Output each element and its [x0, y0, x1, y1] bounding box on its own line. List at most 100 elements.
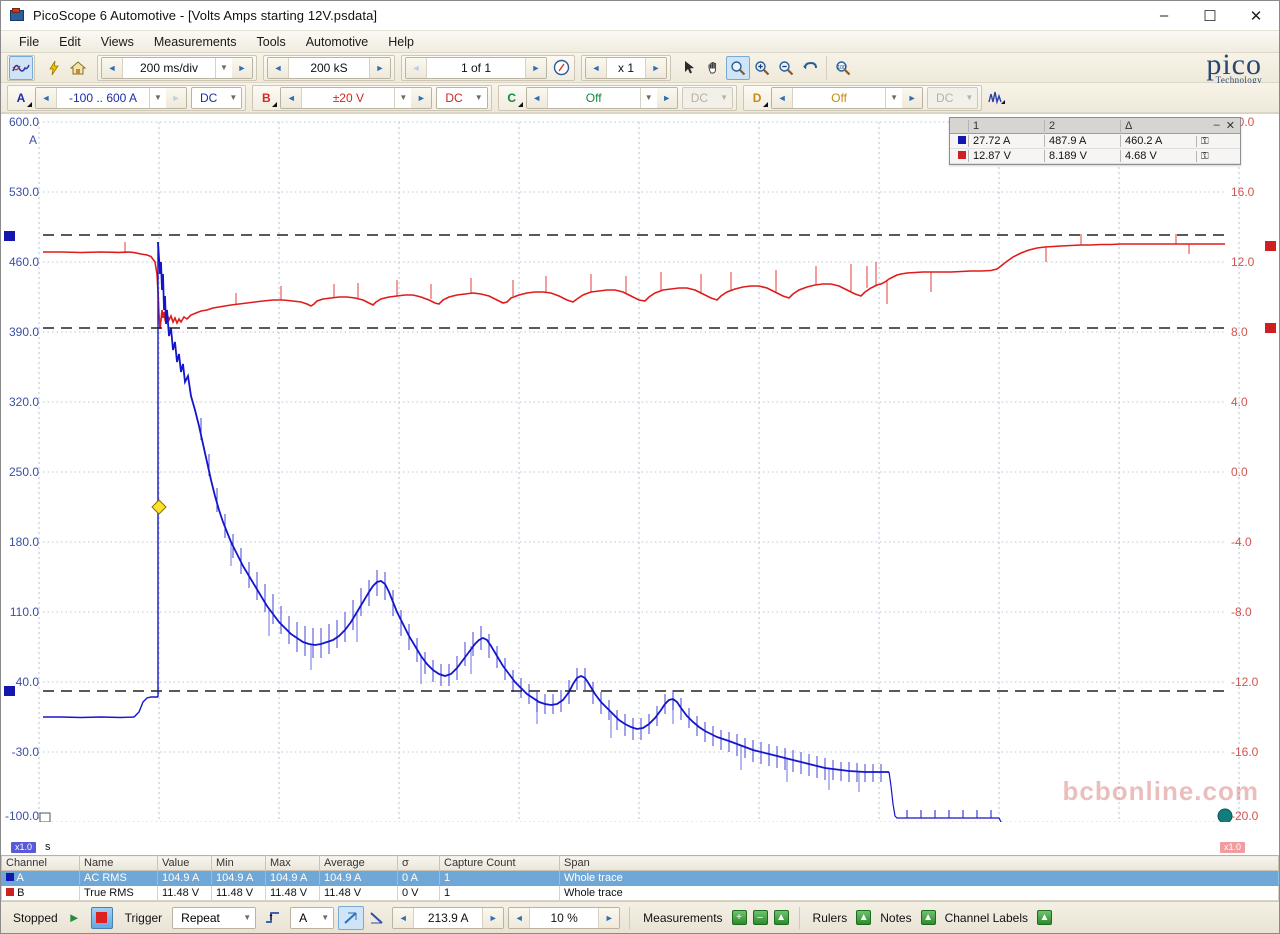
- channel-c-range-next-button[interactable]: ►: [656, 87, 677, 108]
- channel-c-range-prev-button[interactable]: ◄: [526, 87, 547, 108]
- hand-icon[interactable]: [702, 56, 726, 80]
- edit-icon[interactable]: ▲: [773, 910, 789, 925]
- scope-plot[interactable]: 600.0 530.0 460.0 390.0 320.0 250.0 180.…: [1, 114, 1279, 822]
- samples-next-button[interactable]: ►: [370, 57, 390, 78]
- measurements-header-channel[interactable]: Channel: [1, 855, 80, 871]
- pretrigger-prev-button[interactable]: ◄: [509, 907, 530, 928]
- timebase-chevron-down-icon[interactable]: ▼: [216, 57, 232, 78]
- math-waveform-icon[interactable]: [985, 86, 1009, 110]
- ruler-legend[interactable]: 1 2 Δ – ✕ 27.72 A 487.9 A 460.2 A ⚿ 12.8…: [949, 117, 1241, 165]
- timebase-prev-button[interactable]: ◄: [102, 57, 122, 78]
- channel-d-range-prev-button[interactable]: ◄: [772, 87, 793, 108]
- measurements-header-name[interactable]: Name: [79, 855, 158, 871]
- measurements-header-value[interactable]: Value: [157, 855, 212, 871]
- x-scale-badge-left[interactable]: x1.0: [11, 842, 37, 853]
- menu-help[interactable]: Help: [378, 33, 424, 51]
- channel-d-range-next-button[interactable]: ►: [902, 87, 923, 108]
- channel-d-tag[interactable]: D: [745, 87, 769, 109]
- channel-a-coupling-combo[interactable]: DC ▼: [191, 86, 243, 109]
- rulers-icon[interactable]: ▲: [856, 910, 872, 925]
- channel-a-range-next-button[interactable]: ►: [166, 87, 186, 108]
- zoom-factor-prev-button[interactable]: ◄: [586, 57, 606, 78]
- menu-edit[interactable]: Edit: [49, 33, 91, 51]
- channel-b-range-chevron-down-icon[interactable]: ▼: [395, 87, 412, 108]
- menu-file[interactable]: File: [9, 33, 49, 51]
- channel-labels-icon[interactable]: ▲: [1037, 910, 1052, 925]
- trigger-mode-chevron-down-icon[interactable]: ▼: [239, 907, 256, 928]
- remove-icon[interactable]: –: [752, 910, 768, 925]
- trigger-mode-combo[interactable]: Repeat ▼: [172, 906, 257, 929]
- zoom-100-icon[interactable]: 100: [831, 56, 855, 80]
- samples-prev-button[interactable]: ◄: [268, 57, 288, 78]
- ruler-legend-minimize-button[interactable]: –: [1214, 119, 1220, 132]
- maximize-button[interactable]: ☐: [1187, 1, 1233, 31]
- samples-value[interactable]: 200 kS: [288, 57, 370, 78]
- channel-c-range-value[interactable]: Off: [546, 87, 641, 108]
- minimize-button[interactable]: –: [1141, 1, 1187, 31]
- menu-views[interactable]: Views: [91, 33, 144, 51]
- scope-view[interactable]: 600.0 530.0 460.0 390.0 320.0 250.0 180.…: [1, 113, 1279, 841]
- buffer-prev-button[interactable]: ◄: [406, 57, 426, 78]
- measurements-header-average[interactable]: Average: [319, 855, 398, 871]
- channel-c-range-chevron-down-icon[interactable]: ▼: [640, 87, 657, 108]
- arrow-icon[interactable]: [678, 56, 702, 80]
- notes-icon[interactable]: ▲: [920, 910, 936, 925]
- zoom-out-icon[interactable]: [774, 56, 798, 80]
- timebase-next-button[interactable]: ►: [232, 57, 252, 78]
- table-row[interactable]: B True RMS 11.48 V 11.48 V 11.48 V 11.48…: [1, 885, 1279, 901]
- channel-b-range-prev-button[interactable]: ◄: [281, 87, 302, 108]
- channel-a-tag[interactable]: A: [9, 87, 33, 109]
- zoom-factor-next-button[interactable]: ►: [646, 57, 666, 78]
- channel-d-coupling-chevron-down-icon[interactable]: ▼: [961, 88, 977, 108]
- channel-d-range-chevron-down-icon[interactable]: ▼: [886, 87, 903, 108]
- trigger-level-next-button[interactable]: ►: [483, 907, 504, 928]
- zoom-in-icon[interactable]: [750, 56, 774, 80]
- compass-icon[interactable]: [549, 56, 573, 80]
- home-icon[interactable]: [66, 56, 90, 80]
- add-icon[interactable]: +: [731, 910, 747, 925]
- timebase-value[interactable]: 200 ms/div: [122, 57, 216, 78]
- table-row[interactable]: A AC RMS 104.9 A 104.9 A 104.9 A 104.9 A…: [1, 870, 1279, 886]
- stop-square-icon[interactable]: [90, 906, 113, 929]
- channel-a-range-value[interactable]: -100 .. 600 A: [56, 87, 150, 108]
- measurements-header-capture-count[interactable]: Capture Count: [439, 855, 560, 871]
- zoom-factor-value[interactable]: x 1: [606, 57, 646, 78]
- channel-b-coupling-chevron-down-icon[interactable]: ▼: [470, 87, 487, 108]
- menu-measurements[interactable]: Measurements: [144, 33, 247, 51]
- close-button[interactable]: ✕: [1233, 1, 1279, 31]
- channel-b-offset-handle[interactable]: [1217, 808, 1233, 822]
- x-scale-badge-right[interactable]: x1.0: [1219, 842, 1245, 853]
- start-capture-button[interactable]: ►: [64, 910, 85, 925]
- buffer-value[interactable]: 1 of 1: [426, 57, 526, 78]
- trigger-source-combo[interactable]: A ▼: [290, 906, 335, 929]
- channel-b-range-next-button[interactable]: ►: [411, 87, 432, 108]
- measurements-table[interactable]: Channel Name Value Min Max Average σ Cap…: [1, 855, 1279, 901]
- trigger-rising-icon[interactable]: [338, 905, 365, 930]
- rising-edge-icon[interactable]: [260, 906, 286, 930]
- trigger-source-chevron-down-icon[interactable]: ▼: [317, 907, 334, 928]
- channel-c-coupling-combo[interactable]: DC ▼: [681, 86, 734, 109]
- zoom-box-icon[interactable]: [726, 55, 750, 80]
- channel-a-coupling-chevron-down-icon[interactable]: ▼: [225, 87, 242, 108]
- channel-b-range-value[interactable]: ±20 V: [301, 87, 396, 108]
- menu-automotive[interactable]: Automotive: [296, 33, 379, 51]
- pretrigger-next-button[interactable]: ►: [599, 907, 620, 928]
- measurements-header-max[interactable]: Max: [265, 855, 320, 871]
- channel-a-range-prev-button[interactable]: ◄: [36, 87, 56, 108]
- waveform-icon[interactable]: [9, 55, 33, 80]
- measurements-header-span[interactable]: Span: [559, 855, 1279, 871]
- channel-d-range-value[interactable]: Off: [792, 87, 887, 108]
- channel-a-offset-handle[interactable]: [39, 812, 51, 822]
- measurements-header-sigma[interactable]: σ: [397, 855, 440, 871]
- measurements-header-min[interactable]: Min: [211, 855, 266, 871]
- channel-c-coupling-chevron-down-icon[interactable]: ▼: [716, 88, 732, 108]
- channel-b-tag[interactable]: B: [254, 87, 278, 109]
- channel-d-coupling-combo[interactable]: DC ▼: [927, 86, 979, 109]
- undo-icon[interactable]: [798, 56, 822, 80]
- menu-tools[interactable]: Tools: [247, 33, 296, 51]
- channel-b-coupling-combo[interactable]: DC ▼: [436, 86, 488, 109]
- channel-c-tag[interactable]: C: [500, 87, 524, 109]
- ruler-legend-close-icon[interactable]: ✕: [1226, 119, 1235, 132]
- ruler-legend-b-lock-icon[interactable]: ⚿: [1196, 150, 1220, 162]
- buffer-next-button[interactable]: ►: [526, 57, 546, 78]
